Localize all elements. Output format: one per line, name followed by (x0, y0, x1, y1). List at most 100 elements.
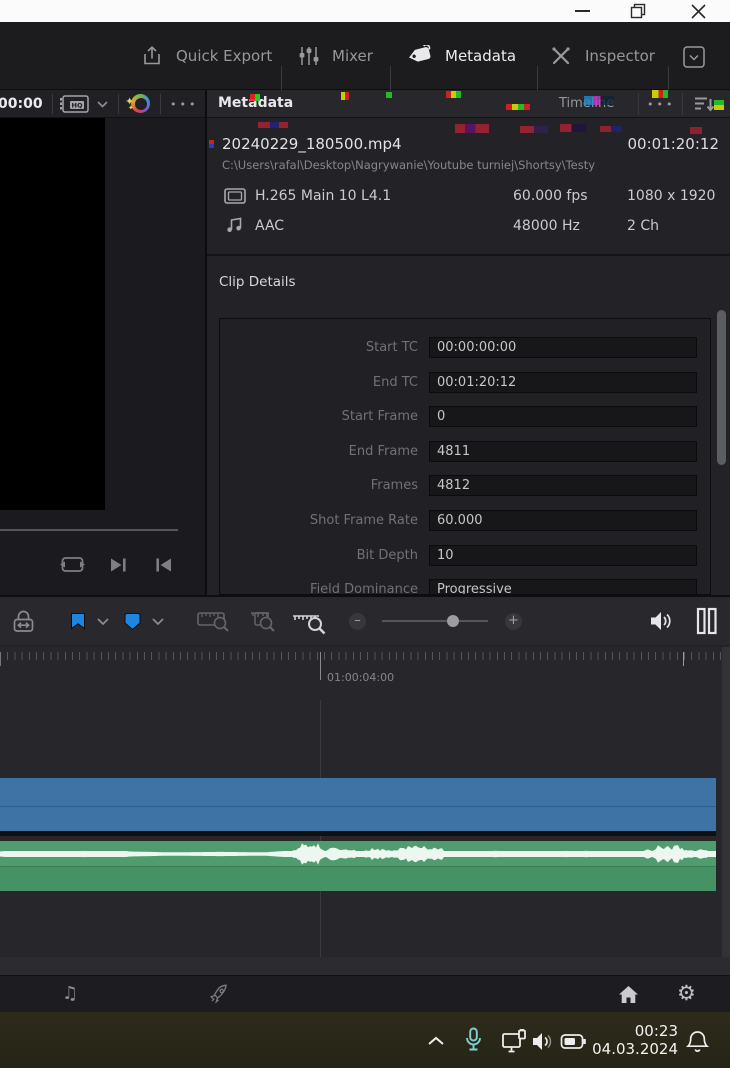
viewer-options-menu[interactable]: ••• (170, 98, 198, 111)
timeline-horizontal-scrollbar[interactable] (0, 957, 730, 975)
audio-clip[interactable] (0, 841, 716, 891)
hq-icon: HQ (60, 95, 89, 113)
glitch-artifact (652, 90, 668, 98)
timeline-vertical-scrollbar[interactable] (722, 647, 730, 700)
field-input[interactable]: 10 (429, 544, 697, 566)
field-label: Bit Depth (356, 547, 418, 563)
ruler-timecode: 01:00:04:00 (327, 671, 395, 684)
loop-icon (60, 557, 85, 572)
cast-device-icon[interactable] (501, 1029, 529, 1054)
top-toolbar: Quick Export Mixer Metadata Inspector (0, 22, 730, 92)
settings-gear-icon[interactable]: ⚙ (677, 983, 696, 1004)
glitch-artifact (506, 104, 530, 110)
glitch-artifact (600, 126, 622, 132)
video-fps: 60.000 fps (513, 188, 588, 204)
box-chevron-down-icon (683, 46, 705, 68)
page-navigation-bar: ♫ ⚙ (0, 975, 730, 1012)
detail-zoom-button[interactable] (246, 597, 278, 645)
clip-details-title: Clip Details (219, 274, 296, 290)
fairlight-page-icon[interactable]: ♫ (62, 983, 78, 1004)
zoom-slider[interactable] (382, 597, 488, 645)
zoom-out-button[interactable]: – (349, 597, 366, 645)
notification-bell-icon[interactable] (686, 1029, 709, 1055)
glitch-artifact (341, 92, 349, 100)
glitch-artifact (446, 91, 461, 98)
video-clip[interactable] (0, 778, 716, 836)
marker-dropdown[interactable] (151, 597, 165, 645)
field-input[interactable]: 00:01:20:12 (429, 371, 697, 393)
loop-button[interactable] (59, 555, 86, 578)
minimize-icon[interactable] (575, 10, 590, 12)
clip-duration: 00:01:20:12 (627, 135, 719, 153)
glitch-artifact (386, 92, 392, 98)
lock-arrows-icon (13, 610, 34, 632)
panel-collapse-button[interactable] (682, 45, 706, 73)
custom-zoom-button[interactable] (290, 597, 328, 645)
zoom-in-button[interactable]: + (505, 597, 522, 645)
home-icon (619, 986, 638, 1003)
viewer-timecode: 00:00 (0, 96, 43, 112)
video-preview[interactable] (0, 118, 105, 510)
skip-next-icon (111, 558, 126, 572)
field-input[interactable]: 60.000 (429, 510, 697, 531)
flag-dropdown[interactable] (96, 597, 110, 645)
restore-icon[interactable] (630, 3, 646, 19)
fusion-page-icon[interactable] (207, 983, 230, 1010)
flag-button[interactable] (70, 597, 86, 645)
color-enhance-button[interactable]: ✦ ✦ (125, 93, 151, 115)
tray-speaker-icon[interactable] (531, 1031, 555, 1052)
mixer-button[interactable]: Mixer (298, 22, 373, 90)
quick-export-label: Quick Export (176, 47, 273, 65)
field-label: Field Dominance (310, 582, 418, 595)
glitch-artifact (520, 126, 548, 133)
field-input[interactable]: Progressive (429, 579, 697, 594)
full-extent-zoom-button[interactable] (196, 597, 232, 645)
timeline-tracks[interactable] (0, 700, 730, 957)
quick-export-button[interactable]: Quick Export (140, 22, 272, 90)
field-label: Frames (370, 478, 418, 494)
viewer-scrubber[interactable] (0, 529, 178, 531)
app-window: Quick Export Mixer Metadata Inspector 00… (0, 0, 730, 1068)
audio-track-icon (226, 217, 243, 234)
marker-button[interactable] (124, 597, 141, 645)
ruler-major-tick (320, 652, 321, 680)
play-around-button[interactable] (109, 557, 128, 577)
field-row-frames: Frames 4812 (220, 475, 710, 497)
field-input[interactable]: 00:00:00:00 (429, 337, 697, 358)
video-track-icon (224, 188, 246, 204)
mixer-toggle-button[interactable] (696, 597, 718, 645)
tray-date: 04.03.2024 (592, 1040, 678, 1058)
inspector-label: Inspector (585, 47, 655, 65)
glitch-artifact (714, 100, 724, 110)
glitch-artifact (560, 124, 586, 132)
metadata-button[interactable]: Metadata (406, 22, 516, 90)
go-to-first-frame-button[interactable] (154, 557, 173, 577)
microphone-icon[interactable] (465, 1027, 482, 1054)
home-button[interactable] (618, 985, 639, 1008)
clip-file-name: 20240229_180500.mp4 (222, 135, 402, 153)
close-icon[interactable] (690, 3, 707, 20)
tray-chevron-up-icon[interactable] (427, 1035, 445, 1047)
panel-options-menu[interactable]: ••• (647, 98, 675, 111)
audio-monitor-button[interactable] (648, 597, 674, 645)
inspector-button[interactable]: Inspector (549, 22, 655, 90)
tray-clock[interactable]: 00:23 04.03.2024 (560, 1022, 678, 1058)
toolbar-divider (668, 66, 669, 92)
playback-quality-button[interactable]: HQ (59, 93, 91, 119)
audio-rate: 48000 Hz (513, 218, 580, 234)
chevron-down-icon (152, 617, 164, 625)
glitch-artifact (584, 96, 614, 105)
field-input[interactable]: 0 (429, 406, 697, 428)
field-label: End TC (372, 374, 418, 390)
speaker-icon (651, 612, 671, 630)
zoom-slider-thumb[interactable] (447, 615, 459, 627)
chevron-down-icon[interactable] (96, 100, 109, 109)
metadata-scrollbar[interactable] (717, 310, 726, 465)
field-input[interactable]: 4812 (429, 475, 697, 497)
timeline-ruler[interactable]: 01:00:04:00 (0, 647, 730, 700)
windows-taskbar: 00:23 04.03.2024 (0, 1012, 730, 1068)
lock-track-button[interactable] (10, 597, 37, 645)
field-row-bit-depth: Bit Depth 10 (220, 544, 710, 567)
zoom-detail-icon (251, 612, 275, 632)
field-input[interactable]: 4811 (429, 440, 697, 462)
